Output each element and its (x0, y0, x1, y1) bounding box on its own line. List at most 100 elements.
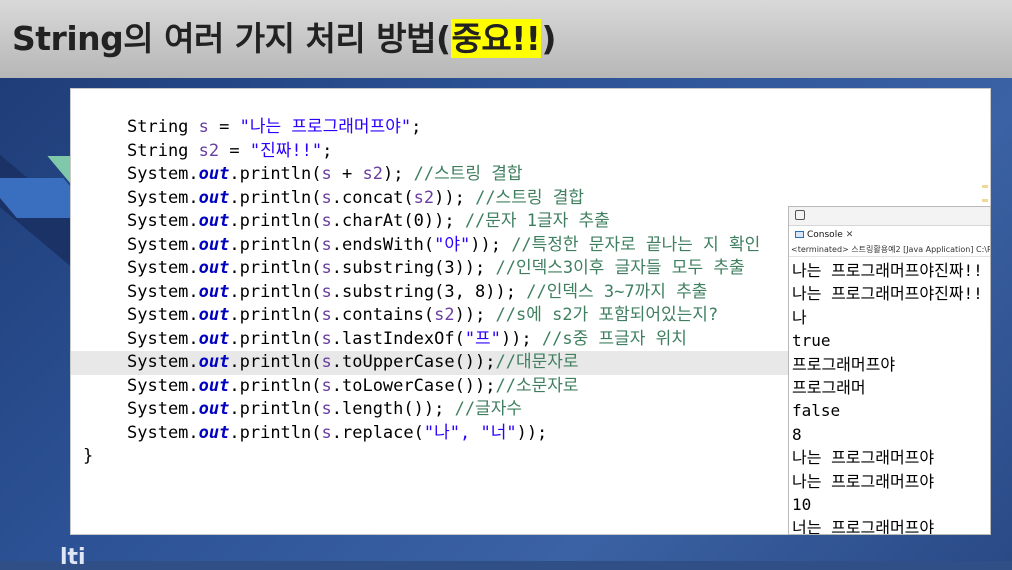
close-icon[interactable]: ✕ (846, 230, 854, 240)
code-token: )); (454, 305, 496, 325)
code-token: s (321, 399, 332, 419)
code-token: //s중 프글자 위치 (541, 328, 687, 349)
code-token: .println( (229, 258, 322, 278)
code-token: System. (127, 281, 199, 302)
console-output-line: 프로그래머프야 (792, 354, 896, 374)
code-line[interactable]: String s = "나는 프로그래머프야"; (71, 116, 990, 140)
code-token: .substring(3, 8)); (331, 281, 527, 302)
code-token: s (321, 281, 332, 302)
code-token: out (198, 399, 230, 419)
code-token: .concat( (331, 187, 414, 208)
code-token: s2 (198, 140, 220, 161)
code-token: System. (127, 305, 199, 325)
code-token: .endsWith( (331, 234, 435, 255)
code-token: out (198, 305, 230, 325)
console-output-line: 나는 프로그래머프야진짜!! (792, 284, 983, 304)
code-token: .println( (229, 187, 322, 208)
slide-title: String의 여러 가지 처리 방법(중요!!) (12, 16, 556, 62)
title-main: String의 여러 가지 처리 방법( (12, 19, 451, 58)
code-token: System. (127, 328, 199, 349)
code-token: String (127, 140, 199, 161)
code-token: .substring(3)); (331, 258, 496, 278)
code-token: .toLowerCase()); (331, 375, 496, 396)
console-tab-label: Console (807, 229, 843, 240)
console-output[interactable]: 나는 프로그래머프야진짜!! 나는 프로그래머프야진짜!! 나 true 프로그래머프야… (789, 257, 990, 535)
code-token: //소문자로 (495, 375, 579, 396)
console-output-line: 나 (792, 307, 807, 327)
code-token: s2 (434, 305, 455, 325)
code-token: System. (127, 258, 199, 278)
title-close: ) (541, 19, 556, 58)
code-token: .println( (229, 164, 322, 184)
code-token: "나", "너" (423, 422, 517, 443)
code-token: System. (127, 352, 199, 372)
code-token: out (198, 328, 230, 349)
code-token: s (321, 328, 332, 349)
code-token: String (127, 117, 199, 137)
code-token: //문자 1글자 추출 (464, 211, 610, 231)
console-output-line: 너는 프로그래머프야 (792, 518, 935, 535)
code-token: = (219, 140, 250, 161)
bottom-text-fragment: lti (60, 545, 86, 570)
code-token: .println( (229, 328, 322, 349)
code-token: //특정한 문자로 끝나는 지 확인 (511, 234, 761, 255)
code-token: out (198, 187, 230, 208)
console-output-line: 나는 프로그래머프야 (792, 471, 935, 491)
overview-ruler-mark[interactable] (982, 199, 988, 202)
code-token: "진짜!!" (249, 140, 323, 161)
code-token: //스트링 결합 (413, 164, 523, 184)
code-token: s (321, 164, 332, 184)
code-token: out (198, 281, 230, 302)
code-token: .toUpperCase()); (331, 352, 496, 372)
code-token: //대문자로 (495, 352, 579, 372)
console-view[interactable]: Console ✕ <terminated> 스트링활용예2 [Java App… (788, 206, 991, 535)
code-token: "나는 프로그래머프야" (239, 117, 412, 137)
code-token: s (321, 187, 332, 208)
code-token: out (198, 258, 230, 278)
code-token: "프" (464, 328, 501, 349)
code-token: //글자수 (454, 399, 522, 419)
code-line[interactable]: String s2 = "진짜!!"; (71, 140, 990, 164)
code-token: s (321, 375, 332, 396)
console-output-line: 나는 프로그래머프야 (792, 448, 935, 468)
console-status: <terminated> 스트링활용예2 [Java Application] … (789, 243, 990, 257)
console-output-line: 10 (792, 494, 812, 514)
code-token: //스트링 결합 (475, 187, 584, 208)
code-token: //s에 s2가 포함되어있는지? (495, 305, 719, 325)
code-token: out (198, 352, 230, 372)
code-token: System. (127, 422, 199, 443)
code-token: System. (127, 164, 199, 184)
code-token: out (198, 422, 230, 443)
code-token: s (198, 117, 209, 137)
code-token: out (198, 164, 230, 184)
code-token: out (198, 234, 230, 255)
code-token: System. (127, 375, 199, 396)
console-output-line: 나는 프로그래머프야진짜!! (792, 261, 983, 280)
code-token: .println( (229, 281, 322, 302)
code-token: s2 (362, 164, 383, 184)
overview-ruler-mark[interactable] (982, 185, 988, 188)
window-icon[interactable] (795, 210, 805, 220)
title-bar: String의 여러 가지 처리 방법(중요!!) (0, 0, 1012, 78)
code-token: .println( (229, 211, 322, 231)
code-token: System. (127, 399, 199, 419)
code-token: s (321, 352, 332, 372)
code-token: ); (382, 164, 414, 184)
code-line[interactable]: System.out.println(s + s2); //스트링 결합 (71, 163, 990, 187)
console-toolbar (789, 207, 990, 226)
console-output-line: 8 (792, 424, 802, 444)
code-token: System. (127, 234, 199, 255)
code-token: .println( (229, 375, 322, 396)
code-token: "야" (434, 234, 471, 255)
code-token: )); (434, 187, 476, 208)
code-token: ; (322, 140, 333, 161)
console-tab-row: Console ✕ (789, 226, 990, 243)
code-token: s (321, 234, 332, 255)
code-token: s (321, 305, 332, 325)
code-token: //인덱스 3~7까지 추출 (526, 281, 708, 302)
code-token: out (198, 211, 230, 231)
code-token: + (331, 164, 363, 184)
code-token: ; (411, 117, 422, 137)
tab-console[interactable]: Console ✕ (791, 227, 857, 242)
code-token: System. (127, 211, 199, 231)
